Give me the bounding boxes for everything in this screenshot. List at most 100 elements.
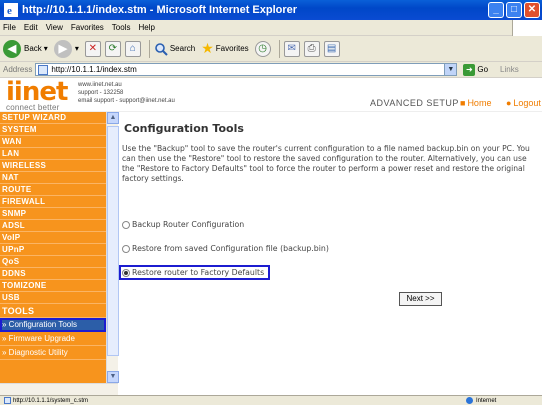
logout-link[interactable]: ● Logout	[506, 98, 542, 108]
menu-help[interactable]: Help	[138, 23, 154, 32]
toolbar-separator	[148, 39, 150, 58]
toolbar: ◀ Back ▾ ▶ ▾ ✕ ⟳ ⌂ Search ★ Favorites ◷ …	[0, 36, 542, 62]
page-title: Configuration Tools	[124, 122, 244, 135]
ie-window: e http://10.1.1.1/index.stm - Microsoft …	[0, 0, 542, 405]
sidebar-item-firewall[interactable]: FIREWALL	[0, 196, 106, 208]
address-url: http://10.1.1.1/index.stm	[51, 65, 137, 74]
edit-icon[interactable]: ▤	[323, 40, 340, 57]
logo-text: iinet	[6, 78, 68, 107]
page-icon	[4, 397, 11, 404]
sidebar-item-route[interactable]: ROUTE	[0, 184, 106, 196]
star-icon: ★	[201, 40, 214, 56]
sidebar-horizontal-scrollbar[interactable]	[0, 383, 118, 395]
next-button[interactable]: Next >>	[399, 292, 442, 306]
toolbar-separator	[278, 39, 280, 58]
sidebar-item-usb[interactable]: USB	[0, 292, 106, 304]
logo-tagline: connect better	[6, 103, 60, 112]
chevron-down-icon: ▾	[43, 44, 48, 53]
ie-logo-icon: e	[4, 3, 18, 17]
print-icon[interactable]: ⎙	[303, 40, 320, 57]
sidebar-item-tomizone[interactable]: TOMIZONE	[0, 280, 106, 292]
sidebar-subitem-configuration-tools[interactable]: » Configuration Tools	[0, 318, 106, 332]
contact-website: www.iinet.net.au	[78, 82, 122, 88]
sidebar-item-adsl[interactable]: ADSL	[0, 220, 106, 232]
favorites-button[interactable]: ★ Favorites	[201, 40, 248, 57]
window-title: http://10.1.1.1/index.stm - Microsoft In…	[22, 4, 298, 16]
forward-button[interactable]: ▶ ▾	[53, 39, 79, 58]
sidebar-item-setup-wizard[interactable]: SETUP WIZARD	[0, 112, 106, 124]
go-button[interactable]: ➜ Go	[463, 63, 488, 76]
search-icon	[155, 42, 168, 56]
sidebar-scrollbar[interactable]: ▲ ▼	[106, 112, 119, 395]
home-link[interactable]: ■ Home	[460, 98, 497, 108]
option-backup[interactable]: Backup Router Configuration	[122, 220, 244, 229]
stop-button[interactable]: ✕	[84, 40, 101, 57]
chevron-down-icon: ▾	[74, 44, 79, 53]
sidebar-nav: SETUP WIZARD SYSTEM WAN LAN WIRELESS NAT…	[0, 112, 108, 395]
minimize-button[interactable]: _	[488, 2, 504, 18]
scroll-down-icon[interactable]: ▼	[107, 371, 119, 383]
sidebar-item-wan[interactable]: WAN	[0, 136, 106, 148]
zone-indicator: Internet	[466, 397, 496, 404]
history-icon[interactable]: ◷	[254, 40, 271, 57]
page-viewport: iinet connect better www.iinet.net.au su…	[0, 78, 542, 395]
page-icon	[38, 64, 49, 75]
menu-favorites[interactable]: Favorites	[71, 23, 104, 32]
option-factory-defaults[interactable]: Restore router to Factory Defaults	[118, 265, 271, 280]
option-restore-file[interactable]: Restore from saved Configuration file (b…	[122, 244, 329, 253]
sidebar-item-lan[interactable]: LAN	[0, 148, 106, 160]
menu-tools[interactable]: Tools	[112, 23, 131, 32]
address-bar: Address http://10.1.1.1/index.stm ▼ ➜ Go…	[0, 62, 542, 78]
forward-arrow-icon: ▶	[53, 39, 72, 58]
contact-email: email support - support@iinet.net.au	[78, 98, 175, 104]
back-button[interactable]: ◀ Back ▾	[3, 39, 48, 58]
menu-file[interactable]: File	[3, 23, 16, 32]
router-header: iinet connect better www.iinet.net.au su…	[0, 78, 542, 112]
sidebar-subitem-firmware-upgrade[interactable]: » Firmware Upgrade	[0, 332, 106, 346]
sidebar-item-tools[interactable]: TOOLS	[0, 304, 106, 318]
bullet-icon: ■	[460, 98, 466, 108]
globe-icon	[466, 397, 473, 404]
window-controls: _ □ ✕	[488, 2, 540, 18]
go-arrow-icon: ➜	[463, 63, 476, 76]
maximize-button[interactable]: □	[506, 2, 522, 18]
status-bar: http://10.1.1.1/system_c.stm Internet	[0, 395, 542, 405]
scroll-up-icon[interactable]: ▲	[107, 112, 119, 124]
menu-bar: File Edit View Favorites Tools Help	[0, 20, 542, 36]
refresh-button[interactable]: ⟳	[104, 40, 121, 57]
menu-edit[interactable]: Edit	[24, 23, 38, 32]
sidebar-item-nat[interactable]: NAT	[0, 172, 106, 184]
close-button[interactable]: ✕	[524, 2, 540, 18]
sidebar-item-qos[interactable]: QoS	[0, 256, 106, 268]
mail-icon[interactable]: ✉	[283, 40, 300, 57]
contact-phone: support - 132258	[78, 90, 124, 96]
search-button[interactable]: Search	[154, 42, 195, 56]
sidebar-item-voip[interactable]: VoIP	[0, 232, 106, 244]
radio-dot	[124, 270, 128, 275]
menu-view[interactable]: View	[46, 23, 63, 32]
scrollbar-thumb[interactable]	[107, 126, 119, 356]
svg-text:e: e	[7, 5, 12, 17]
back-arrow-icon: ◀	[3, 39, 21, 58]
page-description: Use the "Backup" tool to save the router…	[122, 144, 530, 183]
contact-info: www.iinet.net.au support - 132258 email …	[78, 81, 175, 105]
radio-factory-defaults[interactable]	[122, 268, 130, 277]
address-input[interactable]: http://10.1.1.1/index.stm ▼	[35, 63, 458, 76]
links-button[interactable]: Links	[500, 65, 519, 74]
windows-logo-icon	[512, 20, 542, 36]
main-content: Configuration Tools Use the "Backup" too…	[118, 112, 540, 395]
bullet-icon: ●	[505, 98, 512, 108]
status-url: http://10.1.1.1/system_c.stm	[13, 397, 89, 404]
home-button[interactable]: ⌂	[124, 40, 141, 57]
sidebar-item-upnp[interactable]: UPnP	[0, 244, 106, 256]
sidebar-subitem-diagnostic-utility[interactable]: » Diagnostic Utility	[0, 346, 106, 360]
title-bar: e http://10.1.1.1/index.stm - Microsoft …	[0, 0, 542, 20]
address-dropdown-button[interactable]: ▼	[444, 64, 457, 75]
sidebar-item-ddns[interactable]: DDNS	[0, 268, 106, 280]
sidebar-item-snmp[interactable]: SNMP	[0, 208, 106, 220]
radio-restore-file[interactable]	[122, 244, 130, 253]
sidebar-item-wireless[interactable]: WIRELESS	[0, 160, 106, 172]
radio-backup[interactable]	[122, 220, 130, 229]
sidebar-item-system[interactable]: SYSTEM	[0, 124, 106, 136]
iinet-logo: iinet connect better	[6, 78, 78, 112]
